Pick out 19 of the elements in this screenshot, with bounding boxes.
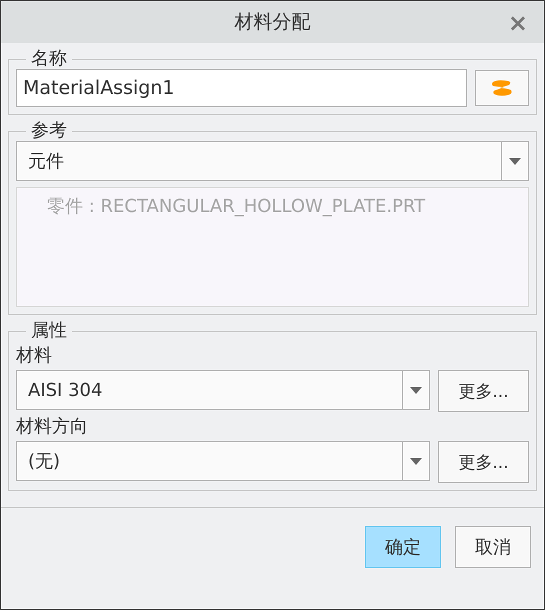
reference-dropdown[interactable]: 元件 [16, 141, 529, 181]
more-button[interactable]: 更多... [438, 441, 529, 483]
dropdown-arrow-icon [410, 458, 422, 464]
name-field[interactable]: MaterialAssign1 [16, 69, 467, 107]
dialog-button[interactable]: 确定 [365, 526, 441, 568]
dropdown-arrow-icon [509, 158, 521, 164]
group-label: 属性 [30, 321, 68, 341]
more-button[interactable]: 更多... [438, 370, 529, 412]
dialog-button[interactable]: 取消 [455, 526, 531, 568]
field-label: 材料 [16, 344, 53, 367]
generate-button[interactable] [475, 70, 529, 106]
property-dropdown[interactable]: (无) [16, 441, 430, 481]
dropdown-arrow-icon [410, 386, 422, 394]
field-label: 材料方向 [16, 415, 89, 438]
property-dropdown[interactable]: AISI 304 [16, 370, 430, 410]
group-label: 参考 [30, 121, 68, 141]
window-title: 材料分配 [234, 10, 310, 35]
blob-icon [490, 79, 514, 97]
group-label: 名称 [30, 49, 68, 69]
